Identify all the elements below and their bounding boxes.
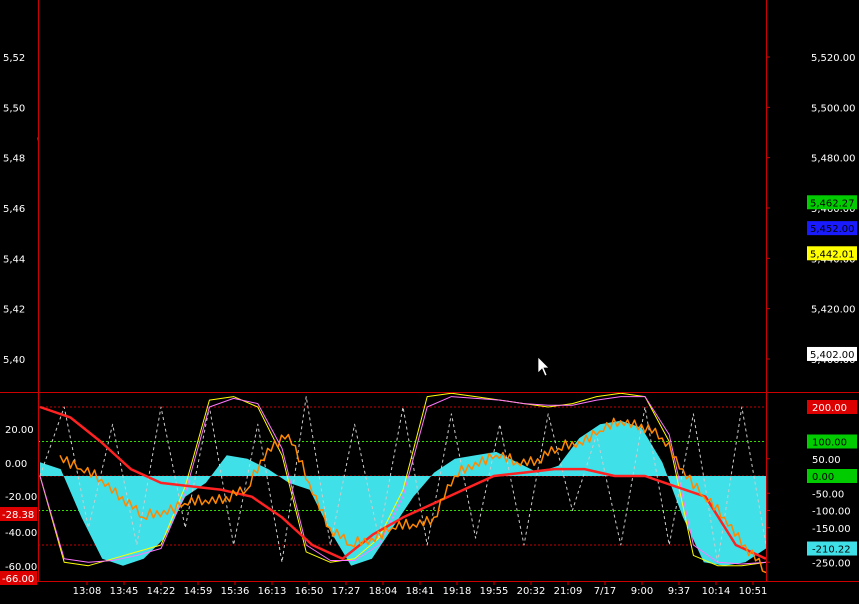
time-axis-label: 9:00 xyxy=(631,586,653,597)
osc-right-value-badge-label: 100.00 xyxy=(812,438,847,449)
price-right-tick-label: 5,520.00 xyxy=(811,53,856,64)
osc-right-tick-label: -100.00 xyxy=(812,507,851,518)
time-axis-label: 15:36 xyxy=(221,586,250,597)
time-axis-label: 13:08 xyxy=(73,586,102,597)
osc-right-value-badge-label: -210.22 xyxy=(812,545,851,556)
time-axis-label: 10:14 xyxy=(702,586,731,597)
osc-left-tick-label: -20.00 xyxy=(5,492,37,503)
price-left-tick-label: 5,46 xyxy=(3,204,25,215)
time-axis-label: 16:13 xyxy=(258,586,287,597)
osc-left-value-badge-label: -28.38 xyxy=(2,510,34,521)
time-axis-label: 13:45 xyxy=(110,586,139,597)
price-right-tick-label: 5,480.00 xyxy=(811,154,856,165)
osc-left-tick-label: 20.00 xyxy=(5,425,34,436)
price-right-tick-label: 5,420.00 xyxy=(811,305,856,316)
time-axis-label: 20:32 xyxy=(517,586,546,597)
price-right-tick-label: 5,500.00 xyxy=(811,103,856,114)
osc-left-value-badge-label: -66.00 xyxy=(2,574,34,585)
time-axis-label: 14:22 xyxy=(147,586,176,597)
price-left-tick-label: 5,52 xyxy=(3,53,25,64)
price-left-tick-label: 5,48 xyxy=(3,154,25,165)
osc-right-value-badge-label: 200.00 xyxy=(812,403,847,414)
time-axis-label: 7/17 xyxy=(594,586,616,597)
price-left-tick-label: 5,50 xyxy=(3,103,25,114)
osc-right-tick-label: -150.00 xyxy=(812,524,851,535)
osc-left-tick-label: -40.00 xyxy=(5,528,37,539)
time-axis-label: 10:51 xyxy=(739,586,768,597)
price-value-badge-label: 5,402.00 xyxy=(810,350,855,361)
chart-window: 5,52 5,50 5,48 5,46 5,44 5,42 5,40 5,520.00 5,50… xyxy=(0,0,859,600)
time-axis-label: 9:37 xyxy=(668,586,690,597)
osc-right-tick-label: 50.00 xyxy=(812,455,841,466)
time-axis-label: 19:55 xyxy=(480,586,509,597)
time-axis-label: 17:27 xyxy=(332,586,361,597)
time-axis-label: 19:18 xyxy=(443,586,472,597)
oscillator-histogram-area xyxy=(40,420,766,566)
osc-right-tick-label: -250.00 xyxy=(812,558,851,569)
osc-right-value-badge-label: 0.00 xyxy=(812,472,834,483)
price-value-badge-label: 5,442.01 xyxy=(810,249,855,260)
price-value-badge-label: 5,452.00 xyxy=(810,224,855,235)
time-axis-label: 14:59 xyxy=(184,586,213,597)
price-left-tick-label: 5,42 xyxy=(3,305,25,316)
time-axis-label: 16:50 xyxy=(295,586,324,597)
price-left-tick-label: 5,40 xyxy=(3,355,25,366)
osc-left-tick-label: 0.00 xyxy=(5,459,27,470)
oscillator-panel[interactable] xyxy=(38,392,767,574)
price-value-badge-label: 5,462.27 xyxy=(810,198,855,209)
price-plot-area xyxy=(38,0,766,392)
osc-right-tick-label: -50.00 xyxy=(812,489,844,500)
time-axis-label: 18:04 xyxy=(369,586,398,597)
price-left-tick-label: 5,44 xyxy=(3,254,25,265)
chart-svg[interactable]: 5,52 5,50 5,48 5,46 5,44 5,42 5,40 5,520.00 5,50… xyxy=(0,0,859,600)
time-axis-label: 21:09 xyxy=(554,586,583,597)
time-axis-label: 18:41 xyxy=(406,586,435,597)
